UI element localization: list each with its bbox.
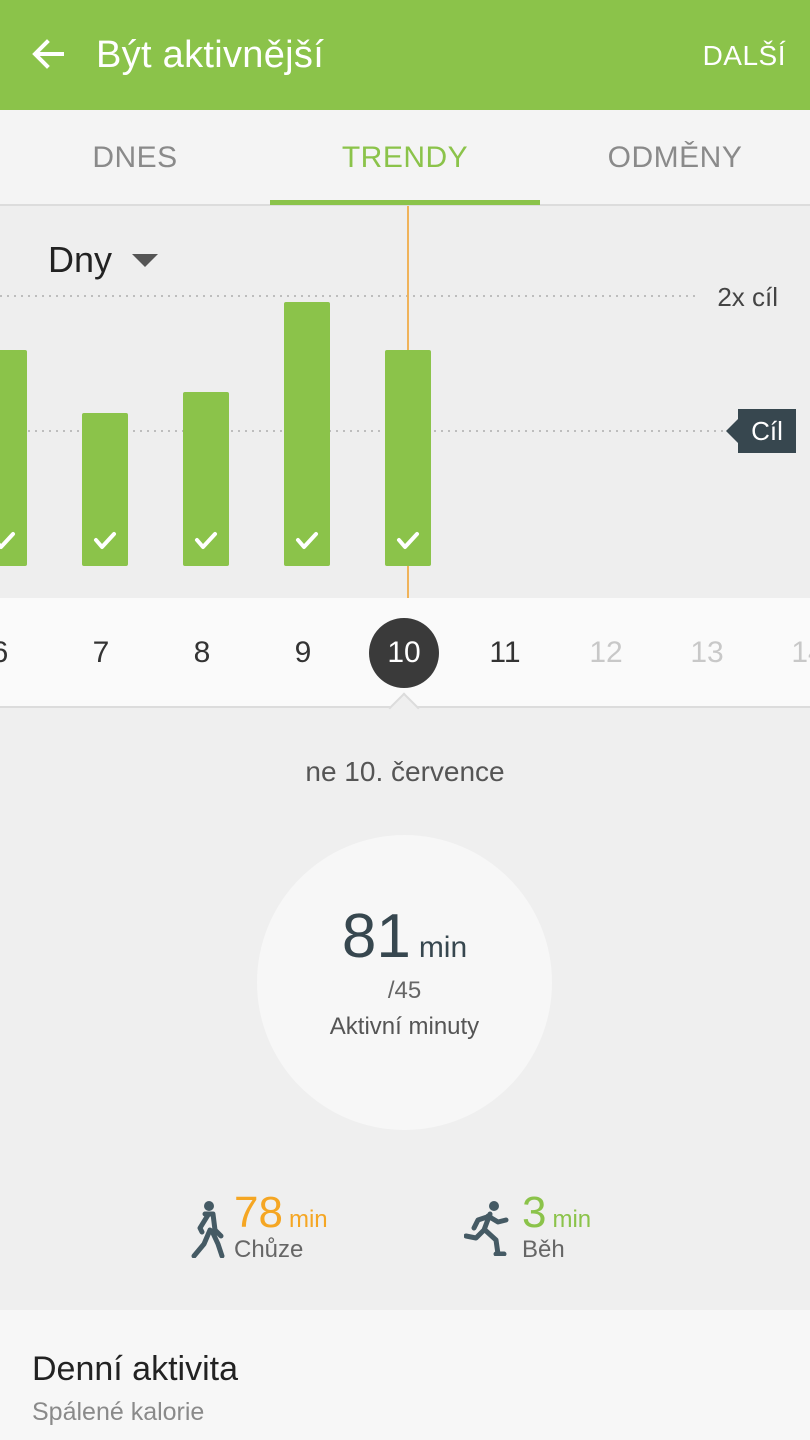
double-goal-label: 2x cíl	[717, 282, 778, 312]
active-minutes-goal: /45	[387, 977, 422, 1004]
running-icon	[464, 1201, 509, 1256]
date-item[interactable]: 9	[268, 618, 338, 688]
walking-unit: min	[288, 1206, 328, 1233]
walking-label: Chůze	[234, 1236, 304, 1263]
running-minutes: 3	[522, 1188, 547, 1237]
app-bar: Být aktivnější DALŠÍ	[0, 0, 810, 110]
date-strip[interactable]: 6789 10 11 12 13 14	[0, 598, 810, 708]
active-minutes-number: 81	[341, 902, 411, 971]
running-unit: min	[552, 1206, 592, 1233]
daily-activity-title: Denní aktivita	[32, 1350, 238, 1388]
running-label: Běh	[522, 1236, 565, 1263]
back-arrow-icon	[32, 39, 64, 69]
active-minutes-caption: Aktivní minuty	[329, 1013, 480, 1040]
back-button[interactable]	[26, 32, 70, 76]
trend-chart[interactable]: 2x cíl Cíl Dny	[0, 206, 810, 598]
date-item[interactable]: 11	[470, 618, 540, 688]
daily-activity-subtitle: Spálené kalorie	[32, 1398, 205, 1426]
date-item[interactable]: 8	[167, 618, 237, 688]
active-minutes-value: 81 min	[257, 901, 552, 972]
active-minutes-circle: 81 min /45 Aktivní minuty	[257, 835, 552, 1130]
running-stat: 3 min Běh	[464, 1188, 624, 1268]
bar-8	[183, 392, 229, 566]
bar-10	[385, 350, 431, 566]
date-item[interactable]: 7	[66, 618, 136, 688]
walking-stat: 78 min Chůze	[188, 1188, 358, 1268]
walking-icon	[191, 1201, 225, 1258]
date-item[interactable]: 6	[0, 618, 35, 688]
date-item[interactable]: 12	[571, 618, 641, 688]
date-item-selected[interactable]: 10	[369, 618, 439, 688]
selected-date-title: ne 10. července	[305, 756, 505, 787]
date-item[interactable]: 14	[773, 618, 810, 688]
tab-indicator	[270, 200, 540, 205]
period-dropdown[interactable]: Dny	[48, 238, 159, 282]
bar-9	[284, 302, 330, 566]
tab-trends[interactable]: TRENDY	[270, 110, 540, 206]
active-minutes-unit: min	[418, 931, 468, 964]
running-value: 3 min	[522, 1188, 591, 1238]
walking-value: 78 min	[234, 1188, 328, 1238]
dropdown-arrow-icon	[132, 253, 159, 267]
tab-rewards[interactable]: ODMĚNY	[540, 110, 810, 206]
walking-minutes: 78	[234, 1188, 283, 1237]
page-title: Být aktivnější	[96, 34, 325, 76]
tab-today[interactable]: DNES	[0, 110, 270, 206]
daily-activity-card[interactable]: Denní aktivita Spálené kalorie	[0, 1310, 810, 1440]
next-button[interactable]: DALŠÍ	[703, 40, 786, 72]
date-item[interactable]: 13	[672, 618, 742, 688]
goal-label: Cíl	[751, 416, 783, 446]
tab-bar: DNES TRENDY ODMĚNY	[0, 110, 810, 206]
period-dropdown-label: Dny	[48, 239, 113, 280]
